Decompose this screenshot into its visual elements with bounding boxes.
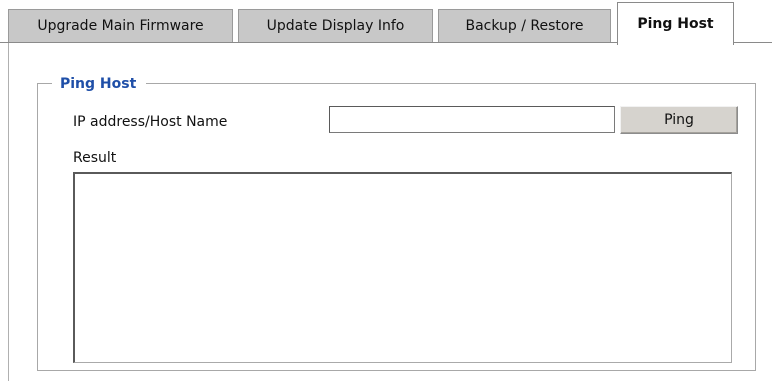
ping-host-page: Upgrade Main Firmware Update Display Inf… [0, 0, 772, 381]
tab-bar: Upgrade Main Firmware Update Display Inf… [0, 0, 772, 45]
ping-button[interactable]: Ping [620, 106, 738, 134]
tab-label: Update Display Info [266, 18, 405, 34]
tab-label: Upgrade Main Firmware [37, 18, 204, 34]
tab-divider [733, 42, 772, 43]
group-legend: Ping Host [52, 74, 147, 94]
tab-upgrade-main-firmware[interactable]: Upgrade Main Firmware [8, 9, 233, 42]
tab-divider [0, 42, 618, 43]
tab-ping-host[interactable]: Ping Host [617, 2, 734, 45]
ip-address-label: IP address/Host Name [73, 114, 228, 130]
tab-label: Backup / Restore [465, 18, 584, 34]
result-label: Result [73, 150, 117, 166]
tab-update-display-info[interactable]: Update Display Info [238, 9, 433, 42]
tab-label: Ping Host [637, 16, 714, 32]
panel-border [8, 43, 9, 381]
ip-address-input[interactable] [329, 106, 615, 133]
tab-backup-restore[interactable]: Backup / Restore [438, 9, 611, 42]
result-textarea[interactable] [73, 172, 732, 363]
